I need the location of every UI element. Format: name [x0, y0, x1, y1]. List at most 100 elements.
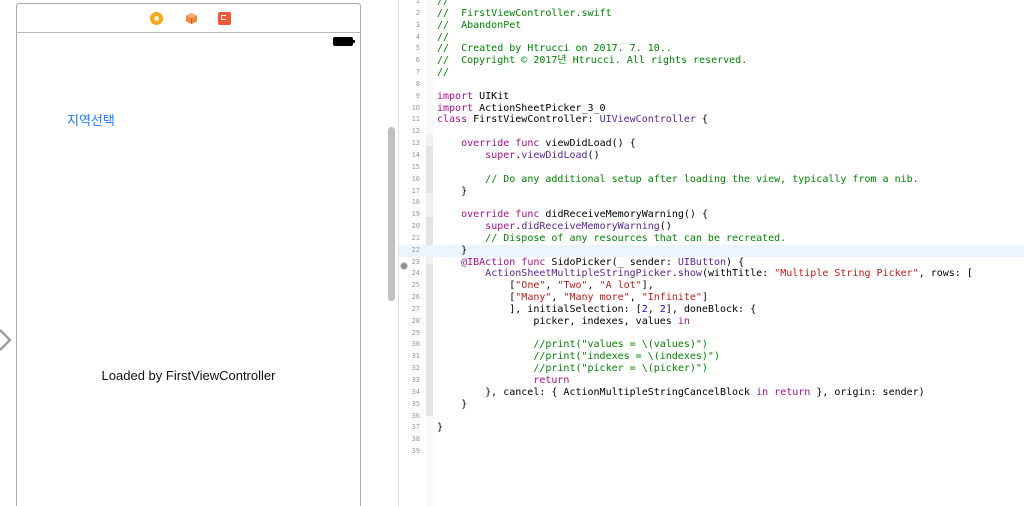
- storyboard-canvas[interactable]: 지역선택 Loaded by FirstViewController: [0, 0, 385, 506]
- code-line[interactable]: 8: [399, 79, 1024, 91]
- code-token: func: [515, 209, 540, 221]
- line-number: 31: [411, 352, 420, 361]
- line-number: 6: [415, 56, 420, 65]
- line-number: 36: [411, 411, 420, 420]
- code-line[interactable]: 15: [399, 162, 1024, 174]
- code-line[interactable]: 1 //: [399, 0, 1024, 8]
- code-text: }: [437, 399, 467, 411]
- code-token: func: [521, 256, 546, 268]
- region-select-button[interactable]: 지역선택: [67, 110, 115, 129]
- code-line[interactable]: 10 import ActionSheetPicker_3_0: [399, 103, 1024, 115]
- code-token: ]: [701, 292, 708, 304]
- code-line[interactable]: 23 @IBAction func SidoPicker(_ sender: U…: [399, 257, 1024, 269]
- code-line[interactable]: 12: [399, 126, 1024, 138]
- line-number: 13: [411, 139, 420, 148]
- code-line[interactable]: 31 //print("indexes = \(indexes)"): [399, 351, 1024, 363]
- code-token: super: [485, 149, 516, 161]
- line-number: 11: [411, 115, 420, 124]
- code-line[interactable]: 33 return: [399, 375, 1024, 387]
- code-text: ["Many", "Many more", "Infinite"]: [437, 292, 708, 304]
- code-text: override func didReceiveMemoryWarning() …: [437, 209, 708, 221]
- code-token: picker, indexes, values: [437, 315, 678, 327]
- code-line[interactable]: 13 override func viewDidLoad() {: [399, 138, 1024, 150]
- code-line[interactable]: 39: [399, 446, 1024, 458]
- code-line[interactable]: 32 //print("picker = \(picker)"): [399, 363, 1024, 375]
- code-token: [: [437, 292, 516, 304]
- code-token: import: [437, 102, 474, 114]
- line-number: 28: [411, 316, 420, 325]
- code-token: "A lot": [599, 280, 642, 292]
- code-line[interactable]: 2 // FirstViewController.swift: [399, 8, 1024, 20]
- code-line[interactable]: 38: [399, 434, 1024, 446]
- code-text: import UIKit: [437, 91, 509, 103]
- code-text: override func viewDidLoad() {: [437, 138, 636, 150]
- code-line[interactable]: 24 ActionSheetMultipleStringPicker.show(…: [399, 268, 1024, 280]
- code-text: @IBAction func SidoPicker(_ sender: UIBu…: [437, 257, 744, 269]
- code-line[interactable]: 30 //print("values = \(values)"): [399, 339, 1024, 351]
- code-token: ],: [641, 280, 654, 292]
- code-line[interactable]: 34 }, cancel: { ActionMultipleStringCanc…: [399, 387, 1024, 399]
- line-number: 32: [411, 364, 420, 373]
- code-token: UIButton: [677, 256, 727, 268]
- code-line[interactable]: 36: [399, 411, 1024, 423]
- code-token: ], doneBlock: {: [665, 303, 757, 315]
- code-token: }: [437, 398, 468, 410]
- entry-arrow-icon[interactable]: [0, 328, 16, 352]
- code-token: UIKit: [473, 90, 510, 102]
- code-token: ,: [647, 303, 660, 315]
- code-text: ["One", "Two", "A lot"],: [437, 280, 654, 292]
- scene-dock: [17, 4, 360, 33]
- code-token: ,: [629, 292, 642, 304]
- code-line[interactable]: 6 // Copyright © 2017년 Htrucci. All right…: [399, 55, 1024, 67]
- code-line[interactable]: 22 }: [399, 244, 1024, 257]
- code-text: // AbandonPet: [437, 20, 521, 32]
- code-token: ActionSheetPicker_3_0: [473, 102, 606, 114]
- code-line[interactable]: 27 ], initialSelection: [2, 2], doneBloc…: [399, 304, 1024, 316]
- code-token: ) {: [726, 256, 745, 268]
- code-line[interactable]: 9 import UIKit: [399, 91, 1024, 103]
- code-text: // Do any additional setup after loading…: [437, 174, 918, 186]
- code-lines[interactable]: 1 // 2 // FirstViewController.swift 3 // Aban…: [399, 0, 1024, 458]
- code-text: }: [437, 186, 467, 198]
- code-line[interactable]: 5 // Created by Htrucci on 2017. 7. 10..: [399, 43, 1024, 55]
- code-text: }, cancel: { ActionMultipleStringCancelB…: [437, 387, 925, 399]
- view-controller-icon[interactable]: [150, 12, 163, 25]
- code-token: "Many": [515, 292, 552, 304]
- exit-icon[interactable]: [218, 12, 231, 25]
- code-line[interactable]: 18: [399, 197, 1024, 209]
- code-token: // Copyright © 2017년 Htrucci. All rights…: [437, 55, 748, 67]
- code-line[interactable]: 29: [399, 328, 1024, 340]
- line-number: 25: [411, 281, 420, 290]
- code-line[interactable]: 4 //: [399, 32, 1024, 44]
- code-text: return: [437, 375, 569, 387]
- code-line[interactable]: 21 // Dispose of any resources that can …: [399, 233, 1024, 245]
- view-controller-scene[interactable]: 지역선택 Loaded by FirstViewController: [16, 3, 361, 506]
- ibaction-connection-icon[interactable]: [401, 263, 407, 269]
- code-line[interactable]: 14 super.viewDidLoad(): [399, 150, 1024, 162]
- code-line[interactable]: 17 }: [399, 186, 1024, 198]
- code-token: ,: [587, 280, 600, 292]
- code-editor[interactable]: 1 // 2 // FirstViewController.swift 3 // Aban…: [398, 0, 1024, 506]
- code-line[interactable]: 25 ["One", "Two", "A lot"],: [399, 280, 1024, 292]
- code-line[interactable]: 11 class FirstViewController: UIViewContr…: [399, 114, 1024, 126]
- code-line[interactable]: 26 ["Many", "Many more", "Infinite"]: [399, 292, 1024, 304]
- code-line[interactable]: 37}: [399, 422, 1024, 434]
- code-line[interactable]: 35 }: [399, 399, 1024, 411]
- first-responder-icon[interactable]: [185, 12, 198, 25]
- code-line[interactable]: 3 // AbandonPet: [399, 20, 1024, 32]
- canvas-scrollbar-thumb[interactable]: [388, 127, 395, 301]
- line-number: 20: [411, 222, 420, 231]
- line-number: 26: [411, 293, 420, 302]
- line-number: 19: [411, 210, 420, 219]
- code-line[interactable]: 20 super.didReceiveMemoryWarning(): [399, 221, 1024, 233]
- code-line[interactable]: 7 //: [399, 67, 1024, 79]
- code-line[interactable]: 28 picker, indexes, values in: [399, 316, 1024, 328]
- code-line[interactable]: 19 override func didReceiveMemoryWarning…: [399, 209, 1024, 221]
- code-line[interactable]: 16 // Do any additional setup after load…: [399, 174, 1024, 186]
- line-number: 30: [411, 340, 420, 349]
